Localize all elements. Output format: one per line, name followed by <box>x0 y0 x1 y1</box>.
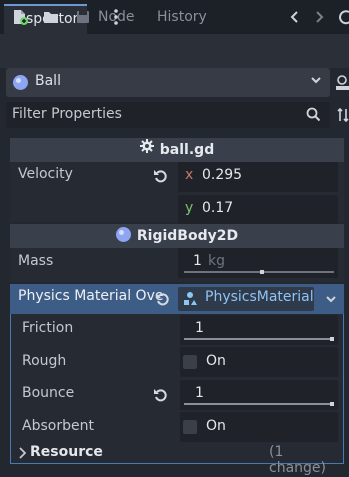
rough-on-label: On <box>206 353 226 369</box>
resource-change-count: (1 change) <box>269 444 326 476</box>
script-section-header[interactable]: ball.gd <box>10 138 344 162</box>
absorbent-label: Absorbent <box>22 418 94 434</box>
bounce-slider-track[interactable] <box>184 403 334 405</box>
velocity-y-value: 0.17 <box>202 200 234 216</box>
chevron-down-icon <box>324 292 338 310</box>
filter-placeholder: Filter Properties <box>12 106 122 122</box>
friction-field[interactable]: 1 <box>180 315 338 345</box>
velocity-y-axis-label: y <box>185 200 194 216</box>
object-history-icon[interactable] <box>336 8 349 26</box>
velocity-x-value: 0.295 <box>202 167 243 183</box>
more-options-icon[interactable] <box>107 8 125 26</box>
mass-slider-track[interactable] <box>184 271 334 273</box>
friction-value: 1 <box>195 320 204 336</box>
rough-checkbox[interactable] <box>183 355 197 369</box>
history-forward-icon[interactable] <box>310 8 328 26</box>
resource-group-label: Resource <box>30 444 103 460</box>
script-section-label: ball.gd <box>159 142 215 158</box>
bounce-slider-grabber[interactable] <box>330 402 334 406</box>
rigidbody2d-section-header[interactable]: RigidBody2D <box>10 224 344 248</box>
node-docs-icon[interactable] <box>336 74 349 96</box>
physics-material-override-label: Physics Material Ove <box>18 288 164 304</box>
mass-field[interactable]: 1 kg <box>178 248 338 278</box>
chevron-right-icon <box>18 447 27 463</box>
object-selector[interactable]: Ball <box>6 68 330 97</box>
mass-label: Mass <box>18 253 54 269</box>
tab-history[interactable]: History <box>148 4 216 34</box>
rigidbody2d-section-label: RigidBody2D <box>136 228 239 244</box>
velocity-y-field[interactable]: y 0.17 <box>178 195 338 225</box>
save-icon[interactable] <box>74 8 92 26</box>
friction-label: Friction <box>22 320 74 336</box>
new-resource-icon[interactable] <box>11 8 29 26</box>
velocity-x-field[interactable]: x 0.295 <box>178 162 338 192</box>
filter-properties-input[interactable]: Filter Properties <box>6 102 330 128</box>
physics-material-resource-button[interactable]: PhysicsMaterial <box>178 287 314 311</box>
velocity-label: Velocity <box>18 166 73 182</box>
chevron-down-icon <box>309 73 323 91</box>
physics-material-icon <box>182 291 198 311</box>
sort-options-icon[interactable] <box>337 107 349 127</box>
object-name: Ball <box>35 73 61 89</box>
absorbent-toggle[interactable]: On <box>180 412 338 442</box>
resource-group-row[interactable]: Resource (1 change) <box>16 443 342 476</box>
reset-icon[interactable] <box>153 168 169 188</box>
physics-material-resource-label: PhysicsMaterial <box>205 289 314 305</box>
bounce-field[interactable]: 1 <box>180 380 338 410</box>
resource-dropdown-button[interactable] <box>319 287 343 311</box>
search-icon <box>306 107 321 126</box>
mass-slider-grabber[interactable] <box>260 270 264 274</box>
rough-toggle[interactable]: On <box>180 347 338 377</box>
bounce-label: Bounce <box>22 385 75 401</box>
gear-icon <box>139 137 154 161</box>
mass-value: 1 <box>193 253 202 269</box>
rigidbody2d-icon <box>115 227 131 242</box>
rigidbody2d-icon <box>13 75 28 90</box>
reset-icon[interactable] <box>155 291 171 311</box>
velocity-x-axis-label: x <box>185 167 194 183</box>
reset-icon[interactable] <box>153 387 169 407</box>
absorbent-on-label: On <box>206 418 226 434</box>
friction-slider-grabber[interactable] <box>330 337 334 341</box>
absorbent-checkbox[interactable] <box>183 420 197 434</box>
rough-label: Rough <box>22 353 67 369</box>
mass-unit: kg <box>208 253 225 269</box>
bounce-value: 1 <box>195 385 204 401</box>
inspector-toolbar <box>0 34 349 68</box>
history-back-icon[interactable] <box>286 8 304 26</box>
open-folder-icon[interactable] <box>42 8 60 26</box>
friction-slider-track[interactable] <box>184 338 334 340</box>
